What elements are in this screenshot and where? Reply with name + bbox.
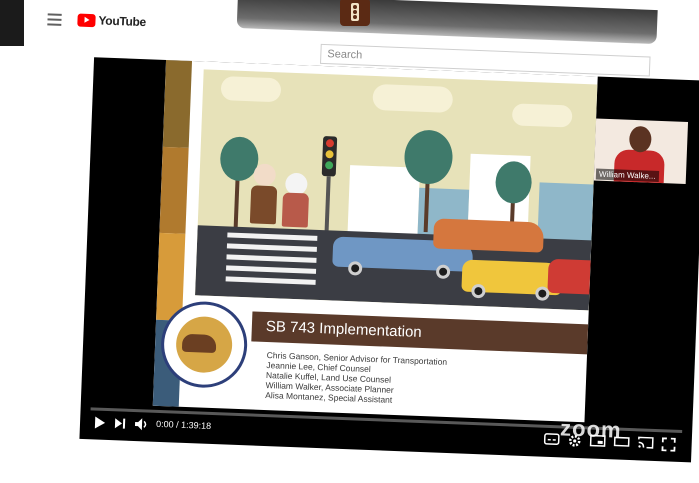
- traffic-light-pole: [324, 176, 330, 236]
- bear-icon: [182, 334, 217, 353]
- cast-icon: [637, 436, 653, 449]
- red-car: [547, 259, 597, 295]
- presentation-slide: SB 743 Implementation Chris Ganson, Seni…: [153, 60, 598, 422]
- subtitles-button[interactable]: [544, 433, 560, 446]
- city-street-illustration: [195, 69, 597, 310]
- miniplayer-button[interactable]: [590, 435, 606, 448]
- participant-name: William Walke...: [596, 169, 659, 182]
- next-button[interactable]: [114, 416, 127, 430]
- monitor-screen: YouTube Search: [0, 6, 699, 483]
- slide-title-band: SB 743 Implementation: [251, 311, 588, 354]
- play-button[interactable]: [94, 415, 107, 429]
- time-display: 0:00 / 1:39:18: [156, 419, 211, 431]
- theater-icon: [613, 435, 629, 448]
- settings-button[interactable]: [567, 434, 582, 449]
- play-icon: [94, 415, 107, 429]
- cloud: [512, 103, 573, 127]
- miniplayer-icon: [590, 435, 606, 448]
- tree: [403, 129, 453, 185]
- elderly-man-head: [253, 163, 276, 186]
- traffic-light: [322, 136, 338, 177]
- slide-title: SB 743 Implementation: [266, 318, 422, 341]
- gear-icon: [567, 434, 582, 449]
- subtitles-icon: [544, 433, 560, 446]
- slide-credits: Chris Ganson, Senior Advisor for Transpo…: [265, 350, 447, 407]
- elderly-man: [250, 185, 277, 224]
- theater-mode-button[interactable]: [613, 435, 629, 448]
- menu-icon[interactable]: [47, 13, 61, 26]
- video-player[interactable]: SB 743 Implementation Chris Ganson, Seni…: [79, 57, 699, 462]
- participant-head: [629, 126, 652, 153]
- fullscreen-button[interactable]: [661, 437, 676, 452]
- cloud: [221, 76, 282, 102]
- orange-car: [433, 218, 544, 252]
- volume-button[interactable]: [134, 417, 151, 432]
- next-icon: [114, 416, 127, 430]
- volume-icon: [134, 417, 151, 432]
- crosswalk: [225, 232, 317, 293]
- webcam-thumbnail: William Walke...: [594, 119, 688, 184]
- cloud: [372, 84, 453, 113]
- youtube-play-logo-icon: [77, 13, 95, 27]
- fullscreen-icon: [661, 437, 676, 452]
- elderly-woman: [282, 193, 309, 228]
- youtube-logo[interactable]: YouTube: [77, 13, 146, 30]
- cast-button[interactable]: [637, 436, 653, 449]
- youtube-logo-text: YouTube: [98, 13, 146, 29]
